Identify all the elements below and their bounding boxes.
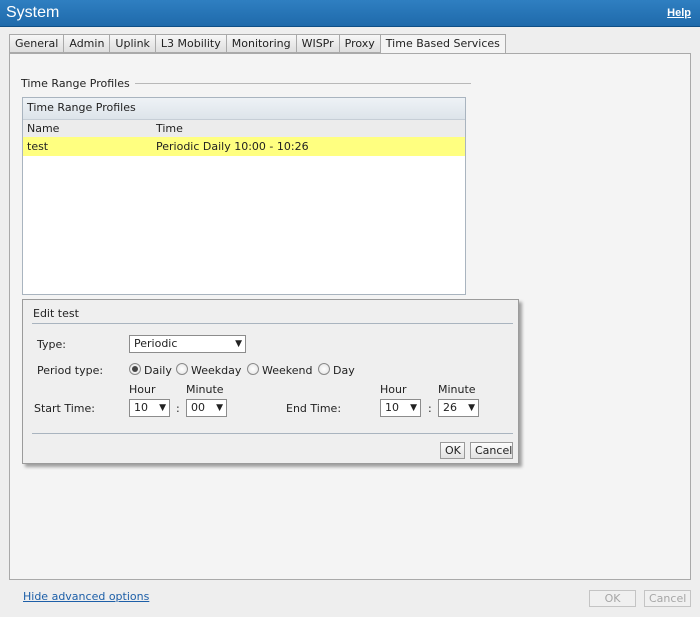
period-day-label[interactable]: Day xyxy=(333,364,355,377)
row-name-cell: test xyxy=(27,140,49,153)
tab-general[interactable]: General xyxy=(9,34,64,53)
start-minute-label: Minute xyxy=(186,383,224,396)
end-minute-select[interactable]: 26 ▼ xyxy=(438,399,479,417)
help-link[interactable]: Help xyxy=(667,7,691,19)
period-day-radio[interactable] xyxy=(318,363,330,375)
table-header-row: Name Time xyxy=(23,120,465,137)
type-select[interactable]: Periodic ▼ xyxy=(129,335,246,353)
end-time-colon: : xyxy=(428,402,432,415)
footer-ok-button[interactable]: OK xyxy=(589,590,636,607)
hide-advanced-options-link[interactable]: Hide advanced options xyxy=(23,590,149,603)
table-row[interactable]: test Periodic Daily 10:00 - 10:26 xyxy=(23,137,465,156)
period-weekday-label[interactable]: Weekday xyxy=(191,364,241,377)
table-title: Time Range Profiles xyxy=(23,98,465,120)
type-select-value: Periodic xyxy=(134,337,178,350)
start-time-colon: : xyxy=(176,402,180,415)
dropdown-arrow-icon: ▼ xyxy=(216,403,223,413)
period-daily-label[interactable]: Daily xyxy=(144,364,172,377)
start-time-label: Start Time: xyxy=(34,402,95,415)
tab-admin[interactable]: Admin xyxy=(63,34,110,53)
time-range-profiles-table: Time Range Profiles Name Time test Perio… xyxy=(22,97,466,295)
tab-time-based-services[interactable]: Time Based Services xyxy=(379,34,506,54)
start-hour-select[interactable]: 10 ▼ xyxy=(129,399,170,417)
edit-title-divider xyxy=(32,323,513,324)
period-weekend-label[interactable]: Weekend xyxy=(262,364,312,377)
period-daily-radio[interactable] xyxy=(129,363,141,375)
start-minute-value: 00 xyxy=(191,401,205,414)
period-weekday-radio[interactable] xyxy=(176,363,188,375)
tab-bar: General Admin Uplink L3 Mobility Monitor… xyxy=(9,34,506,54)
row-time-cell: Periodic Daily 10:00 - 10:26 xyxy=(156,140,309,153)
period-weekend-radio[interactable] xyxy=(247,363,259,375)
start-hour-label: Hour xyxy=(129,383,156,396)
section-divider xyxy=(135,83,471,84)
title-bar: System Help xyxy=(0,0,700,27)
section-header: Time Range Profiles xyxy=(21,77,130,90)
edit-cancel-button[interactable]: Cancel xyxy=(470,442,513,459)
tab-l3-mobility[interactable]: L3 Mobility xyxy=(154,34,226,53)
end-time-label: End Time: xyxy=(286,402,342,415)
column-header-time[interactable]: Time xyxy=(156,120,183,137)
start-minute-select[interactable]: 00 ▼ xyxy=(186,399,227,417)
tab-monitoring[interactable]: Monitoring xyxy=(225,34,296,53)
type-label: Type: xyxy=(37,338,66,351)
tab-proxy[interactable]: Proxy xyxy=(338,34,380,53)
dropdown-arrow-icon: ▼ xyxy=(410,403,417,413)
edit-ok-button[interactable]: OK xyxy=(440,442,465,459)
tab-wispr[interactable]: WISPr xyxy=(295,34,339,53)
column-header-name[interactable]: Name xyxy=(27,120,59,137)
start-hour-value: 10 xyxy=(134,401,148,414)
edit-buttons-divider xyxy=(32,433,513,434)
edit-profile-dialog: Edit test Type: Periodic ▼ Period type: … xyxy=(22,299,519,464)
footer-cancel-button[interactable]: Cancel xyxy=(644,590,691,607)
end-minute-value: 26 xyxy=(443,401,457,414)
window-title: System xyxy=(6,4,60,21)
tab-uplink[interactable]: Uplink xyxy=(109,34,155,53)
end-hour-label: Hour xyxy=(380,383,407,396)
end-hour-value: 10 xyxy=(385,401,399,414)
edit-dialog-title: Edit test xyxy=(33,307,79,320)
dropdown-arrow-icon: ▼ xyxy=(468,403,475,413)
dropdown-arrow-icon: ▼ xyxy=(159,403,166,413)
end-minute-label: Minute xyxy=(438,383,476,396)
period-type-label: Period type: xyxy=(37,364,104,377)
dropdown-arrow-icon: ▼ xyxy=(235,339,242,349)
end-hour-select[interactable]: 10 ▼ xyxy=(380,399,421,417)
